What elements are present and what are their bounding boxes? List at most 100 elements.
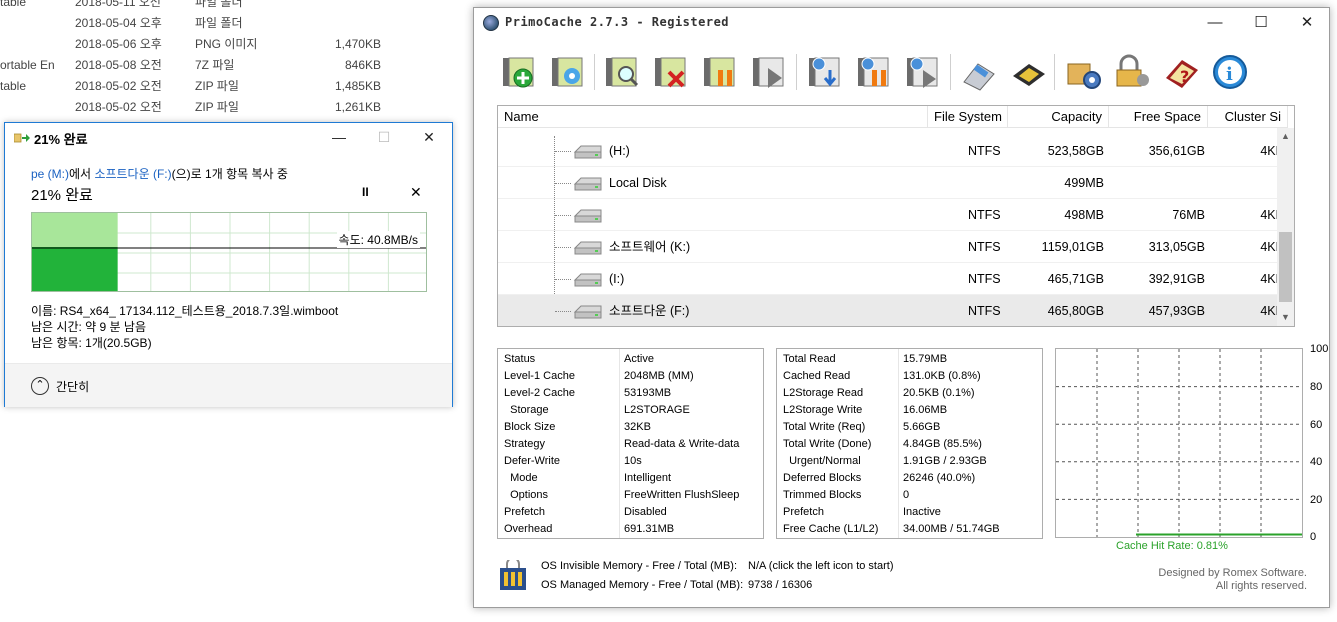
table-row[interactable]: (I:) NTFS 465,71GB 392,91GB 4KB xyxy=(498,263,1288,295)
hit-rate-canvas xyxy=(1056,349,1302,537)
column-file-system[interactable]: File System xyxy=(928,106,1008,128)
play-cache-icon[interactable] xyxy=(749,52,791,92)
hard-drive-icon xyxy=(573,241,602,255)
status-row: Overhead 691.31MB xyxy=(498,521,763,538)
settings-icon[interactable] xyxy=(1062,52,1104,92)
file-size: 1,485KB xyxy=(334,79,381,93)
status-value: 16.06MB xyxy=(903,404,948,416)
vertical-scrollbar[interactable]: ▲ ▼ xyxy=(1277,128,1294,326)
drive-cluster: 4KB xyxy=(1260,272,1284,286)
drive-cluster: 4KB xyxy=(1260,240,1284,254)
column-name[interactable]: Name xyxy=(498,106,928,128)
pause-cache-icon[interactable] xyxy=(700,52,742,92)
primo-titlebar[interactable]: PrimoCache 2.7.3 - Registered — ☐ ✕ xyxy=(474,8,1329,38)
managed-memory-value: 9738 / 16306 xyxy=(748,579,813,591)
copy-footer: ⌃ 간단히 xyxy=(5,363,452,407)
maximize-button[interactable]: ☐ xyxy=(1238,8,1284,38)
time-remaining-line: 남은 시간: 약 9 분 남음 xyxy=(31,320,146,334)
toolbar-separator xyxy=(796,54,797,90)
cancel-button[interactable]: ✕ xyxy=(410,184,422,201)
list-item[interactable]: table 2018-05-11 오전 파일 폴더 xyxy=(0,0,470,13)
speed-label: 속도: 40.8MB/s xyxy=(336,231,420,248)
security-lock-icon[interactable] xyxy=(1111,52,1153,92)
minimize-button[interactable]: — xyxy=(1192,8,1238,38)
action-text: (으)로 1개 항목 복사 중 xyxy=(171,167,288,181)
drive-capacity: 465,80GB xyxy=(1047,304,1104,318)
table-row[interactable]: Local Disk 499MB xyxy=(498,167,1288,199)
progress-fill-light xyxy=(32,213,118,247)
status-value: 0 xyxy=(903,489,910,501)
chevron-up-icon[interactable]: ⌃ xyxy=(31,377,49,395)
source-link[interactable]: pe (M:) xyxy=(31,167,69,181)
pause-all-icon[interactable] xyxy=(854,52,896,92)
status-key: Options xyxy=(504,489,549,501)
status-key: Total Write (Done) xyxy=(783,438,872,450)
toolbar: ? i xyxy=(496,52,1316,92)
list-item[interactable]: 2018-05-06 오후 PNG 이미지 1,470KB xyxy=(0,34,470,55)
drive-capacity: 523,58GB xyxy=(1047,144,1104,158)
pause-button[interactable]: II xyxy=(362,185,369,199)
destination-link[interactable]: 소프트다운 (F:) xyxy=(94,167,171,181)
list-item[interactable]: table 2018-05-02 오전 ZIP 파일 1,485KB xyxy=(0,76,470,97)
close-button[interactable]: ✕ xyxy=(1284,8,1330,38)
status-row: Cached Read 131.0KB (0.8%) xyxy=(777,368,1042,385)
fewer-details-button[interactable]: 간단히 xyxy=(56,378,89,395)
file-type: 파일 폴더 xyxy=(195,0,243,9)
status-key: Prefetch xyxy=(504,506,545,518)
y-tick-label: 20 xyxy=(1310,494,1323,506)
tools-icon[interactable] xyxy=(958,52,1000,92)
table-row[interactable]: (H:) NTFS 523,58GB 356,61GB 4KB xyxy=(498,135,1288,167)
status-row: Defer-Write 10s xyxy=(498,453,763,470)
table-row[interactable]: NTFS 498MB 76MB 4KB xyxy=(498,199,1288,231)
file-name: table xyxy=(0,0,27,9)
inspect-icon[interactable] xyxy=(602,52,644,92)
scroll-up-icon[interactable]: ▲ xyxy=(1277,128,1294,145)
file-name: ortable En xyxy=(0,58,55,72)
table-row[interactable]: 소프트웨어 (K:) NTFS 1159,01GB 313,05GB 4KB xyxy=(498,231,1288,263)
scrollbar-thumb[interactable] xyxy=(1279,232,1292,302)
cache-stats-panel: Total Read 15.79MB Cached Read 131.0KB (0.8… xyxy=(776,348,1043,539)
add-cache-icon[interactable] xyxy=(499,52,541,92)
close-button[interactable]: ✕ xyxy=(406,123,452,151)
scroll-down-icon[interactable]: ▼ xyxy=(1277,309,1294,326)
play-all-icon[interactable] xyxy=(903,52,945,92)
drive-capacity: 499MB xyxy=(1064,176,1104,190)
drive-name: 소프트다운 (F:) xyxy=(609,304,690,318)
copy-titlebar[interactable]: 21% 완료 — ☐ ✕ xyxy=(5,123,452,151)
status-value: Intelligent xyxy=(624,472,672,484)
new-task-icon[interactable] xyxy=(548,52,590,92)
cache-hit-rate-label: Cache Hit Rate: 0.81% xyxy=(1116,540,1228,552)
status-value: Disabled xyxy=(624,506,667,518)
drive-free: 313,05GB xyxy=(1148,240,1205,254)
list-item[interactable]: ortable En 2018-05-08 오전 7Z 파일 846KB xyxy=(0,55,470,76)
status-row: Total Read 15.79MB xyxy=(777,351,1042,368)
table-row-selected[interactable]: 소프트다운 (F:) NTFS 465,80GB 457,93GB 4KB xyxy=(498,295,1288,326)
about-info-icon[interactable]: i xyxy=(1209,52,1251,92)
status-row: Status Active xyxy=(498,351,763,368)
status-row: L2Storage Write 16.06MB xyxy=(777,402,1042,419)
hardware-icon[interactable] xyxy=(1007,52,1049,92)
credit-line: Designed by Romex Software. xyxy=(1158,567,1307,579)
status-key: Block Size xyxy=(504,421,556,433)
column-capacity[interactable]: Capacity xyxy=(1008,106,1109,128)
progress-fill-speed xyxy=(32,247,118,291)
column-free-space[interactable]: Free Space xyxy=(1109,106,1208,128)
list-item[interactable]: 2018-05-02 오전 ZIP 파일 1,261KB xyxy=(0,97,470,118)
file-date: 2018-05-11 오전 xyxy=(75,0,161,9)
column-cluster-size[interactable]: Cluster Si xyxy=(1208,106,1288,128)
help-book-icon[interactable]: ? xyxy=(1160,52,1202,92)
status-key: Deferred Blocks xyxy=(783,472,862,484)
file-type: ZIP 파일 xyxy=(195,79,239,93)
hard-drive-icon xyxy=(573,177,602,191)
percent-complete: 21% 완료 xyxy=(31,187,93,204)
drive-fs: NTFS xyxy=(968,272,1001,286)
memory-icon[interactable] xyxy=(498,560,528,592)
remove-cache-icon[interactable] xyxy=(651,52,693,92)
status-row: Options FreeWritten FlushSleep xyxy=(498,487,763,504)
status-value: 53193MB xyxy=(624,387,672,399)
status-value: 691.31MB xyxy=(624,523,675,535)
status-row: Total Write (Done) 4.84GB (85.5%) xyxy=(777,436,1042,453)
list-item[interactable]: 2018-05-04 오후 파일 폴더 xyxy=(0,13,470,34)
minimize-button[interactable]: — xyxy=(316,123,362,151)
flush-icon[interactable] xyxy=(805,52,847,92)
